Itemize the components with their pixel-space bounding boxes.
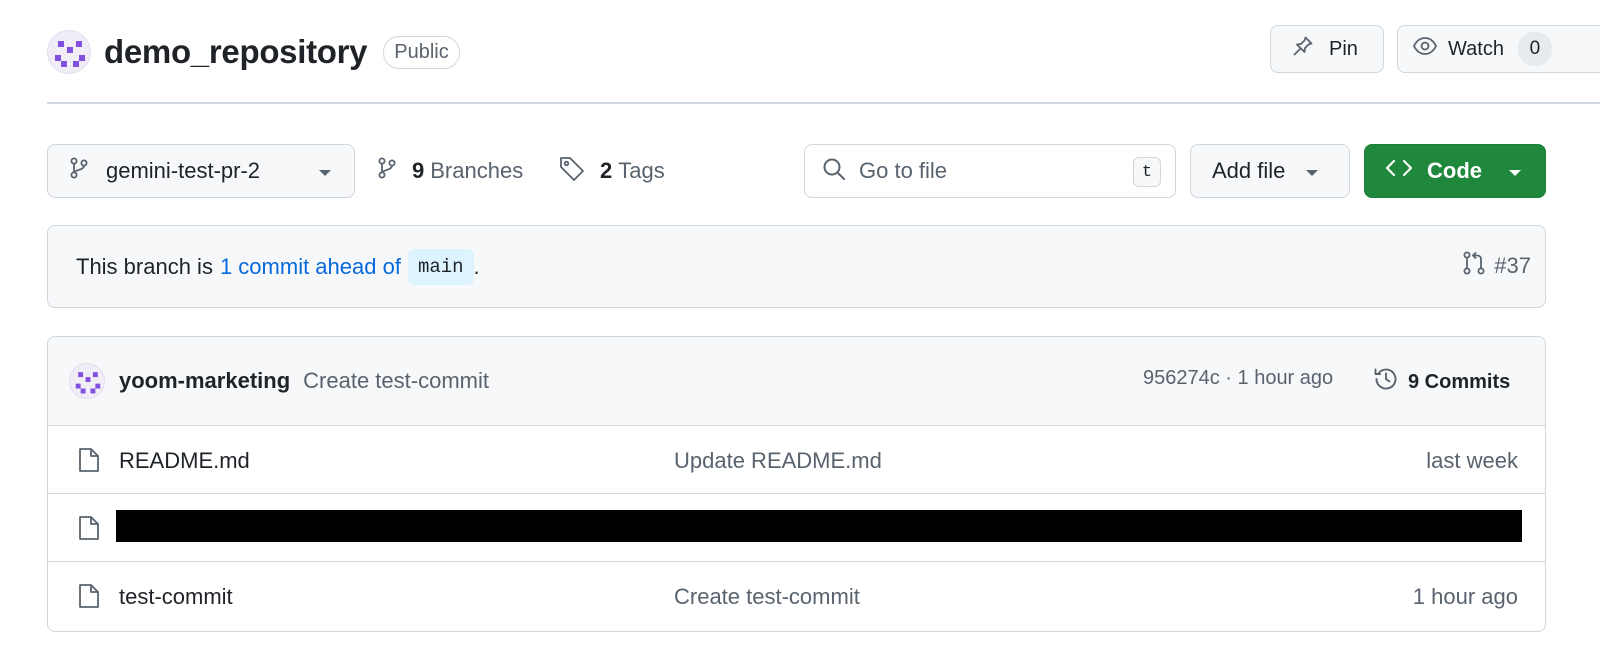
branches-link[interactable]: 9 Branches [376,150,523,192]
search-input[interactable] [859,158,1119,184]
redacted-content [116,510,1522,542]
branch-ahead-banner: This branch is 1 commit ahead of main . … [47,225,1546,308]
file-name[interactable]: test-commit [119,584,233,610]
history-icon [1372,365,1400,399]
branches-count: 9 [412,158,425,183]
add-file-button[interactable]: Add file [1190,144,1350,198]
commits-count-label: 9 Commits [1408,370,1511,393]
file-name[interactable]: README.md [119,448,250,474]
visibility-badge: Public [383,35,460,69]
latest-commit-bar: yoom-marketing Create test-commit 956274… [48,337,1545,426]
pin-button[interactable]: Pin [1270,25,1384,73]
repo-avatar[interactable] [47,30,91,74]
file-row[interactable]: README.md Update README.md last week [48,426,1545,494]
chevron-down-icon [1305,158,1319,184]
pin-icon [1291,34,1315,64]
file-icon [77,582,101,615]
branch-name: gemini-test-pr-2 [106,158,261,183]
code-label: Code [1427,158,1482,183]
repo-name[interactable]: demo_repository [104,33,368,71]
tag-icon [558,155,586,187]
file-icon [77,514,101,547]
ahead-suffix: . [473,253,480,279]
pin-label: Pin [1329,37,1358,60]
file-row[interactable] [48,494,1545,562]
watch-count: 0 [1517,32,1552,66]
file-commit-message[interactable]: Create test-commit [674,584,860,610]
chevron-down-icon [318,158,332,184]
code-icon [1385,157,1413,185]
code-button[interactable]: Code [1364,144,1546,198]
file-commit-date: 1 hour ago [1412,584,1518,609]
file-table: yoom-marketing Create test-commit 956274… [47,336,1546,632]
git-branch-icon [376,156,398,186]
ahead-commits-link[interactable]: 1 commit ahead of [220,254,401,280]
commit-author[interactable]: yoom-marketing [119,368,290,394]
base-branch-label[interactable]: main [407,248,474,285]
branches-label: Branches [430,158,524,183]
file-commit-message[interactable]: Update README.md [674,448,882,474]
go-to-file-search[interactable]: t [804,144,1176,198]
pull-request-icon [1462,250,1486,282]
watch-label: Watch [1448,37,1504,60]
pull-request-link[interactable]: #37 [1462,250,1531,282]
search-shortcut-key: t [1133,157,1161,187]
branch-selector[interactable]: gemini-test-pr-2 [47,144,355,198]
tags-count: 2 [600,158,613,183]
eye-icon [1412,34,1438,64]
tags-label: Tags [618,158,665,183]
add-file-label: Add file [1212,158,1286,183]
commits-history-link[interactable]: 9 Commits [1372,365,1510,399]
repo-header: demo_repository Public [47,26,460,78]
tags-link[interactable]: 2 Tags [558,150,665,192]
chevron-down-icon [1508,158,1522,184]
commit-sha-time[interactable]: 956274c · 1 hour ago [1143,367,1333,390]
author-avatar[interactable] [69,363,105,399]
watch-button[interactable]: Watch 0 [1397,25,1600,73]
file-row[interactable]: test-commit Create test-commit 1 hour ag… [48,562,1545,630]
git-branch-icon [68,156,90,186]
header-divider [47,102,1600,104]
file-commit-date: last week [1426,448,1518,473]
ahead-prefix: This branch is [76,253,213,279]
search-icon [821,156,847,187]
file-icon [77,446,101,479]
pr-number: #37 [1494,253,1531,278]
commit-message[interactable]: Create test-commit [303,368,489,394]
